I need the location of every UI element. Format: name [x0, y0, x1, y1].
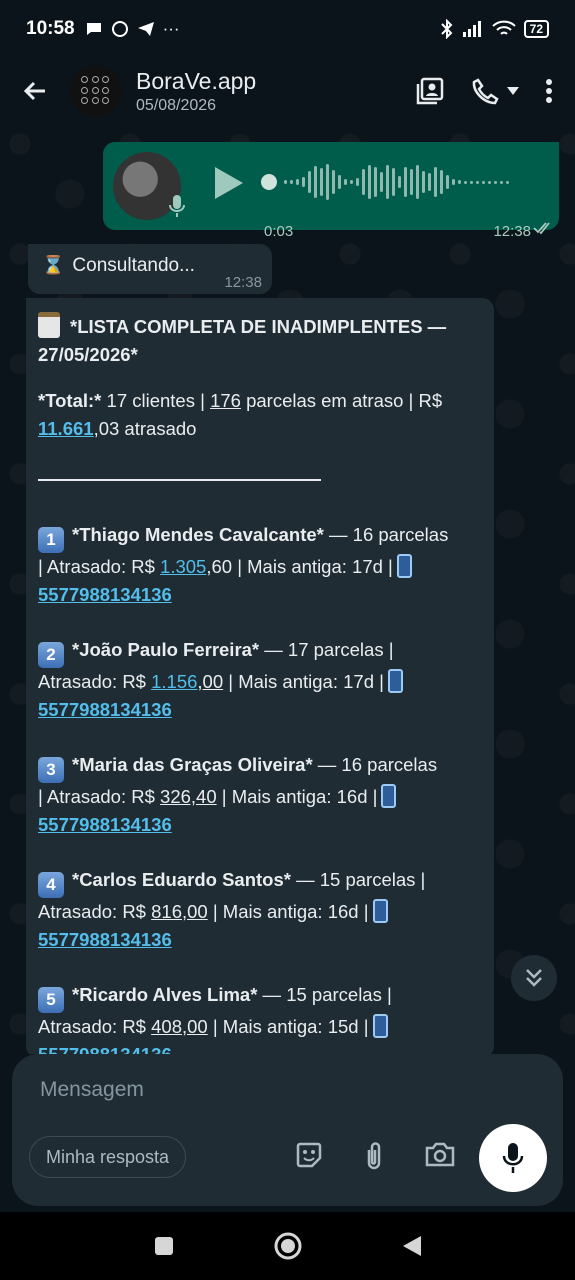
phone-link[interactable]: 5577988134136 [38, 929, 172, 950]
message-composer: Mensagem Minha resposta [12, 1054, 563, 1206]
scroll-down-icon [526, 969, 542, 987]
mobile-phone-icon [381, 784, 397, 808]
phone-link[interactable]: 5577988134136 [38, 814, 172, 835]
amount-value: 326,40 [160, 786, 217, 807]
client-name: *Maria das Graças Oliveira* [72, 754, 313, 775]
wifi-icon [491, 20, 516, 35]
more-icon[interactable] [545, 78, 553, 104]
signal-icon [462, 21, 481, 37]
client-name: *Carlos Eduardo Santos* [72, 869, 291, 890]
message-input[interactable]: Mensagem [40, 1078, 144, 1102]
consulting-text: Consultando... [72, 255, 195, 276]
number-badge: 1 [38, 527, 64, 553]
message-time: 12:38 [224, 274, 262, 291]
number-badge: 2 [38, 642, 64, 668]
scroll-down-button[interactable] [511, 955, 557, 1001]
contact-info[interactable]: BoraVe.app 05/08/2026 [136, 68, 256, 115]
mobile-phone-icon [387, 669, 403, 693]
sticker-icon[interactable] [294, 1140, 324, 1170]
avatar[interactable] [70, 65, 122, 117]
audio-waveform[interactable] [261, 162, 536, 202]
consulting-message[interactable]: ⌛ Consultando... 12:38 [28, 244, 272, 294]
mobile-phone-icon [396, 554, 412, 578]
amount-value: 816,00 [151, 901, 208, 922]
list-item: 1 *Thiago Mendes Cavalcante* — 16 parcela… [38, 524, 449, 605]
phone-icon [472, 78, 499, 105]
back-nav-icon[interactable] [401, 1234, 423, 1258]
number-badge: 3 [38, 757, 64, 783]
audio-duration: 0:03 [264, 223, 294, 240]
recents-icon[interactable] [153, 1235, 175, 1257]
attach-icon[interactable] [362, 1140, 386, 1172]
phone-link[interactable]: 5577988134136 [38, 584, 172, 605]
call-button[interactable] [471, 77, 519, 105]
mic-icon [502, 1143, 524, 1173]
message-time: 12:38 [493, 223, 531, 240]
amount-link[interactable]: 1.305 [160, 556, 206, 577]
contact-name: BoraVe.app [136, 67, 257, 94]
back-button[interactable] [0, 78, 70, 104]
contact-subtitle: 05/08/2026 [136, 96, 217, 114]
more-notifications-icon: ··· [162, 19, 180, 38]
mic-icon [169, 195, 185, 217]
chat-header: BoraVe.app 05/08/2026 [0, 58, 575, 124]
list-item: 3 *Maria das Graças Oliveira* — 16 parcel… [38, 754, 438, 835]
chat-area[interactable]: 0:03 12:38 ⌛ Consultando... 12:38 *LISTA … [0, 124, 575, 1054]
system-nav-bar [0, 1212, 575, 1280]
status-bar: 10:58 ··· 72 [0, 0, 575, 58]
amount-value: 408,00 [151, 1016, 208, 1037]
read-receipt-icon [533, 222, 550, 235]
audio-message[interactable]: 0:03 12:38 [103, 142, 559, 240]
phone-link[interactable]: 5577988134136 [38, 1044, 172, 1054]
divider [38, 479, 321, 481]
back-icon [23, 81, 45, 101]
phone-link[interactable]: 5577988134136 [38, 699, 172, 720]
client-name: *João Paulo Ferreira* [72, 639, 260, 660]
mobile-phone-icon [372, 899, 388, 923]
chat-bubble-icon [86, 23, 101, 35]
mobile-phone-icon [372, 1014, 388, 1038]
camera-icon[interactable] [424, 1140, 456, 1168]
status-time: 10:58 [26, 18, 75, 39]
quick-reply-chip[interactable]: Minha resposta [29, 1136, 187, 1178]
list-title: *LISTA COMPLETA DE INADIMPLENTES —27/05/… [38, 312, 482, 369]
telegram-icon [137, 22, 154, 36]
amount-link[interactable]: 1.156 [151, 671, 197, 692]
voice-record-button[interactable] [479, 1124, 547, 1192]
contact-card-icon[interactable] [415, 76, 445, 106]
list-item: 2 *João Paulo Ferreira* — 17 parcelas | A… [38, 636, 482, 724]
total-value-link[interactable]: 11.661 [38, 418, 94, 439]
whatsapp-icon [111, 21, 128, 37]
notification-icons: ··· [85, 19, 180, 39]
home-icon[interactable] [273, 1231, 303, 1261]
play-icon[interactable] [211, 164, 245, 202]
bluetooth-icon [440, 19, 453, 39]
client-name: *Ricardo Alves Lima* [72, 984, 258, 1005]
chevron-down-icon [507, 87, 519, 95]
defaulters-list-message[interactable]: *LISTA COMPLETA DE INADIMPLENTES —27/05/… [26, 298, 494, 1054]
list-item: 5 *Ricardo Alves Lima* — 15 parcelas | At… [38, 981, 482, 1054]
list-item: 4 *Carlos Eduardo Santos* — 15 parcelas |… [38, 869, 426, 950]
client-name: *Thiago Mendes Cavalcante* [72, 524, 324, 545]
clipboard-icon [38, 312, 60, 338]
number-badge: 4 [38, 872, 64, 898]
number-badge: 5 [38, 987, 64, 1013]
hourglass-icon: ⌛ [42, 255, 65, 275]
list-total: *Total:* 17 clientes | 176 parcelas em a… [38, 390, 443, 439]
battery-indicator: 72 [523, 20, 549, 38]
